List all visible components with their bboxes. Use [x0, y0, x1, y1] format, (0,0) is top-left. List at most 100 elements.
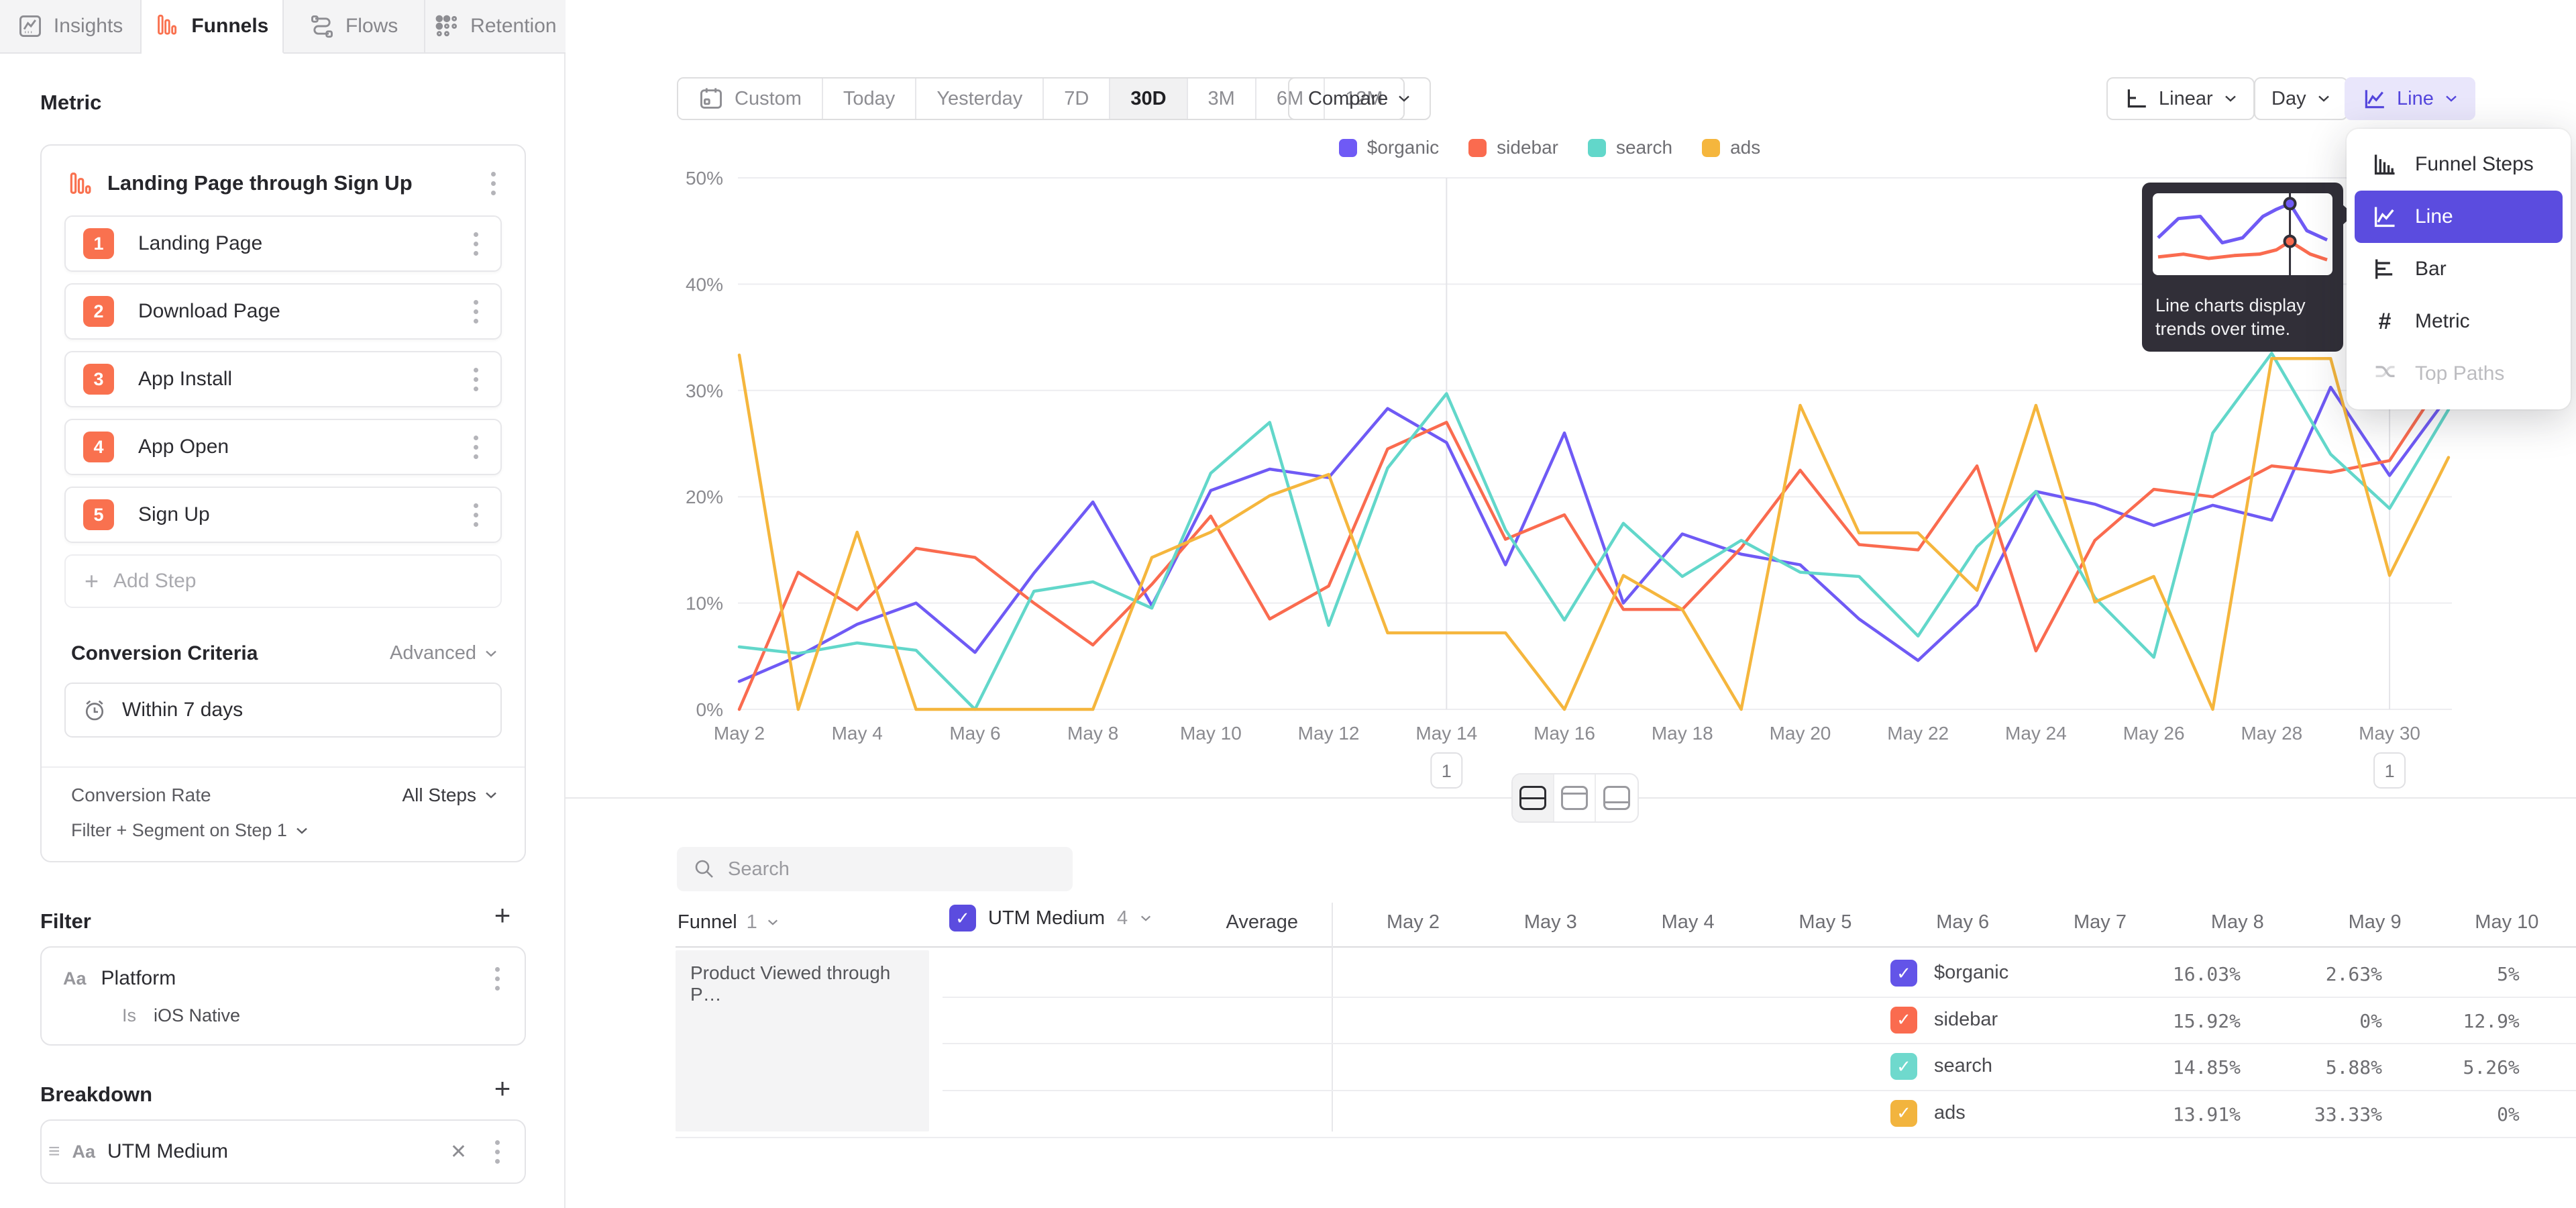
row-name: search [1934, 1055, 1992, 1077]
breakdown-property-row[interactable]: ≡ Aa UTM Medium ✕ [48, 1121, 508, 1182]
search-input[interactable] [728, 858, 1050, 880]
table-row-ads[interactable]: ✓ ads 13.91%33.33%0%16.67%0%0%0%0%14.29%… [943, 1091, 2576, 1137]
menu-item-label: Funnel Steps [2415, 153, 2534, 176]
svg-text:May 8: May 8 [1067, 723, 1118, 744]
cell-value: 12.9% [2392, 1010, 2520, 1032]
funnel-name-cell[interactable]: Product Viewed through P… [676, 950, 929, 1131]
cell-value: 16.67% [2530, 1103, 2576, 1125]
table-row-search[interactable]: ✓ search 14.85%5.88%5.26%6.25%5.56%0%11.… [943, 1044, 2576, 1090]
step-kebab-icon[interactable] [464, 363, 487, 395]
menu-item-bar[interactable]: Bar [2355, 243, 2563, 295]
tab-label: Flows [345, 15, 398, 38]
tab-funnels[interactable]: Funnels [142, 0, 283, 54]
funnel-step-2[interactable]: 2 Download Page [64, 283, 502, 340]
split-view-button[interactable] [1513, 774, 1554, 821]
row-name: ads [1934, 1102, 1966, 1124]
divider [676, 946, 2576, 948]
remove-breakdown-icon[interactable]: ✕ [443, 1140, 474, 1164]
row-checkbox[interactable]: ✓ [1890, 960, 1917, 987]
range-30d[interactable]: 30D [1110, 79, 1187, 119]
row-name: sidebar [1934, 1009, 1998, 1031]
tab-insights[interactable]: Insights [0, 0, 142, 52]
svg-text:May 22: May 22 [1887, 723, 1949, 744]
chevron-down-icon [1140, 915, 1152, 922]
calendar-icon [698, 86, 724, 111]
range-today[interactable]: Today [823, 79, 916, 119]
all-steps-dropdown[interactable]: All Steps [402, 785, 498, 806]
cell-value: 0% [2392, 1103, 2520, 1125]
svg-text:May 6: May 6 [949, 723, 1000, 744]
funnel-step-3[interactable]: 3 App Install [64, 351, 502, 407]
range-3m[interactable]: 3M [1188, 79, 1256, 119]
tab-retention[interactable]: Retention [425, 0, 566, 52]
filter-kebab-icon[interactable] [486, 962, 508, 995]
menu-item-line[interactable]: Line [2355, 191, 2563, 243]
add-step-button[interactable]: + Add Step [64, 554, 502, 608]
cell-value: 2.63% [2255, 963, 2382, 985]
average-column-header: Average [1171, 911, 1298, 934]
add-breakdown-button[interactable]: + [488, 1074, 517, 1103]
breakdown-column-header[interactable]: ✓ UTM Medium 4 [949, 905, 1152, 932]
filter-segment-dropdown[interactable]: Filter + Segment on Step 1 [71, 820, 309, 841]
metric-kebab-icon[interactable] [482, 167, 504, 199]
table-only-view-icon [1603, 786, 1630, 810]
add-step-label: Add Step [113, 570, 196, 593]
metric-title: Landing Page through Sign Up [107, 171, 467, 195]
funnel-step-4[interactable]: 4 App Open [64, 419, 502, 475]
advanced-dropdown[interactable]: Advanced [390, 642, 498, 664]
table-row-organic[interactable]: ✓ $organic 16.03%2.63%5%8%10%5.36%12.82%… [943, 950, 2576, 997]
step-kebab-icon[interactable] [464, 431, 487, 463]
svg-text:10%: 10% [686, 593, 723, 614]
cell-value: 8% [2530, 963, 2576, 985]
funnel-step-5[interactable]: 5 Sign Up [64, 487, 502, 543]
tab-label: Insights [54, 15, 123, 38]
table-only-view-button[interactable] [1596, 774, 1638, 821]
step-kebab-icon[interactable] [464, 295, 487, 328]
menu-item-label: Top Paths [2415, 362, 2504, 385]
granularity-dropdown[interactable]: Day [2254, 77, 2348, 120]
date-column-header: May 5 [1724, 911, 1851, 934]
step-kebab-icon[interactable] [464, 228, 487, 260]
table-row-sidebar[interactable]: ✓ sidebar 15.92%0%12.9%9.38%15.15%14.29%… [943, 997, 2576, 1044]
step-label: Sign Up [138, 503, 464, 526]
chart-type-dropdown[interactable]: Line [2345, 77, 2475, 120]
filter-clause[interactable]: Is iOS Native [122, 1005, 240, 1026]
row-checkbox[interactable]: ✓ [1890, 1007, 1917, 1034]
step-kebab-icon[interactable] [464, 499, 487, 531]
breakdown-kebab-icon[interactable] [486, 1136, 508, 1168]
tab-flows[interactable]: Flows [284, 0, 425, 52]
range-7d[interactable]: 7D [1044, 79, 1110, 119]
range-label: 30D [1130, 88, 1166, 110]
row-checkbox[interactable]: ✓ [1890, 1053, 1917, 1080]
menu-item-metric[interactable]: #Metric [2355, 295, 2563, 348]
scale-dropdown[interactable]: Linear [2106, 77, 2255, 120]
svg-text:May 2: May 2 [714, 723, 765, 744]
chart-only-view-button[interactable] [1554, 774, 1596, 821]
menu-item-funnel-steps[interactable]: Funnel Steps [2355, 138, 2563, 191]
compare-button[interactable]: Compare [1288, 77, 1431, 120]
table-search[interactable] [677, 847, 1073, 891]
conversion-window-button[interactable]: Within 7 days [64, 683, 502, 738]
svg-text:May 10: May 10 [1180, 723, 1242, 744]
funnel-steps-list: 1 Landing Page 2 Download Page 3 App Ins… [64, 215, 502, 554]
svg-text:30%: 30% [686, 381, 723, 401]
funnel-header-count: 1 [747, 911, 757, 934]
metric-card: Landing Page through Sign Up 1 Landing P… [40, 144, 526, 862]
view-toggle-group [1511, 773, 1639, 823]
range-custom[interactable]: Custom [678, 79, 823, 119]
average-value: 15.92% [2113, 1010, 2241, 1032]
range-yesterday[interactable]: Yesterday [916, 79, 1044, 119]
cell-value: 9.38% [2530, 1010, 2576, 1032]
funnel-header-label: Funnel [678, 911, 737, 934]
add-filter-button[interactable]: + [488, 901, 517, 930]
filter-property-row[interactable]: Aa Platform [63, 960, 508, 997]
metric-card-header[interactable]: Landing Page through Sign Up [67, 162, 504, 205]
drag-handle-icon[interactable]: ≡ [48, 1140, 60, 1163]
funnel-column-header[interactable]: Funnel 1 [678, 911, 779, 934]
row-checkbox[interactable]: ✓ [1890, 1100, 1917, 1127]
select-all-checkbox[interactable]: ✓ [949, 905, 976, 932]
svg-text:May 30: May 30 [2359, 723, 2420, 744]
line-icon [2372, 204, 2398, 230]
funnel-step-1[interactable]: 1 Landing Page [64, 215, 502, 272]
bar-icon [2372, 256, 2398, 282]
